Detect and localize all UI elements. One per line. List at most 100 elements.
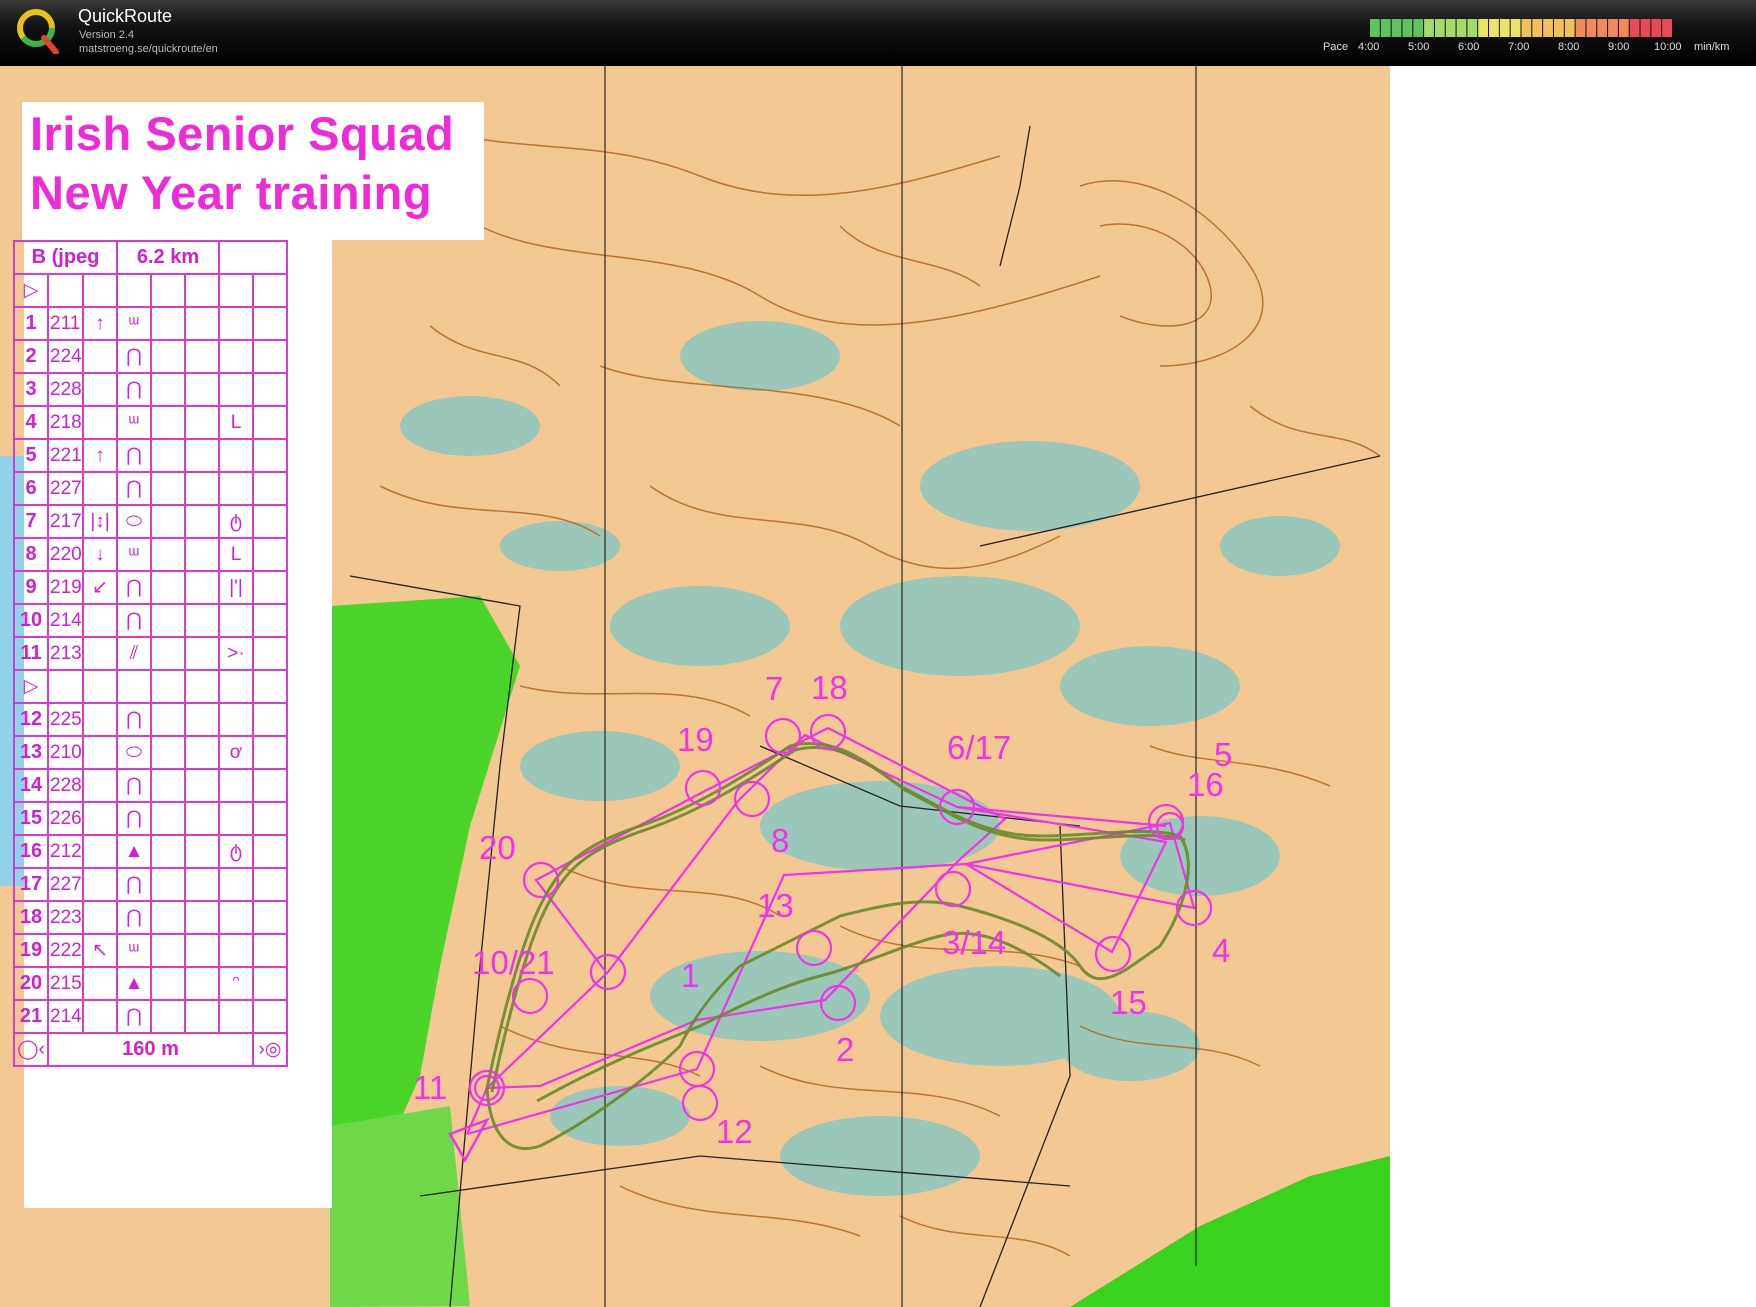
- empty-cell: [184, 900, 220, 935]
- control-label: 8: [771, 822, 790, 859]
- pace-tick: 4:00: [1358, 41, 1380, 53]
- empty-cell: [252, 999, 288, 1034]
- direction-icon: [82, 603, 118, 638]
- control-number: 9: [13, 570, 49, 605]
- pace-scale-swatch: [1445, 19, 1456, 37]
- empty-cell: [47, 273, 84, 308]
- feature-icon: ⬭: [116, 504, 152, 539]
- location-icon: [218, 801, 254, 836]
- direction-icon: [82, 834, 118, 869]
- control-number: 8: [13, 537, 49, 572]
- direction-icon: [82, 702, 118, 737]
- empty-cell: [150, 570, 186, 605]
- empty-cell: [184, 999, 220, 1034]
- empty-cell: [184, 372, 220, 407]
- location-icon: [218, 372, 254, 407]
- pace-scale-swatch: [1489, 19, 1499, 37]
- description-row: 7 217 |↕| ⬭ ტ: [13, 504, 288, 539]
- empty-cell: [218, 669, 254, 704]
- control-label: 15: [1110, 984, 1147, 1021]
- direction-icon: [82, 471, 118, 506]
- control-code: 221: [47, 438, 84, 473]
- empty-cell: [184, 537, 220, 572]
- pace-scale-swatch: [1391, 19, 1402, 37]
- empty-cell: [150, 933, 186, 968]
- control-label: 13: [757, 887, 794, 924]
- pace-scale-swatch: [1532, 19, 1543, 37]
- description-row: 12 225 ⋂: [13, 702, 288, 737]
- description-row: 1 211 ↑ ᵚ: [13, 306, 288, 341]
- empty-cell: [184, 834, 220, 869]
- control-code: 210: [47, 735, 84, 770]
- course-length: 6.2 km: [116, 240, 220, 275]
- direction-icon: ↙: [82, 570, 118, 605]
- control-code: 222: [47, 933, 84, 968]
- orienteering-map[interactable]: Irish Senior Squad New Year training B (…: [0, 66, 1390, 1307]
- control-number: 6: [13, 471, 49, 506]
- description-row: 14 228 ⋂: [13, 768, 288, 803]
- location-icon: [218, 999, 254, 1034]
- location-icon: [218, 438, 254, 473]
- location-icon: [218, 306, 254, 341]
- feature-icon: ⫽: [116, 636, 152, 671]
- empty-cell: [252, 933, 288, 968]
- empty-cell: [184, 636, 220, 671]
- control-number: 11: [13, 636, 49, 671]
- empty-cell: [47, 669, 84, 704]
- pace-scale-swatch: [1575, 19, 1586, 37]
- empty-cell: [184, 471, 220, 506]
- feature-icon: ⋂: [116, 867, 152, 902]
- empty-cell: [184, 273, 220, 308]
- control-number: 17: [13, 867, 49, 902]
- map-title-box: Irish Senior Squad New Year training: [22, 102, 484, 240]
- description-row: 19 222 ↖ ᵚ: [13, 933, 288, 968]
- control-code: 226: [47, 801, 84, 836]
- control-code: 219: [47, 570, 84, 605]
- location-icon: |'|: [218, 570, 254, 605]
- direction-icon: [82, 405, 118, 440]
- control-label: 7: [765, 670, 784, 707]
- map-title-line-2: New Year training: [30, 166, 433, 219]
- empty-cell: [252, 471, 288, 506]
- control-code: 225: [47, 702, 84, 737]
- control-code: 212: [47, 834, 84, 869]
- empty-cell: [218, 273, 254, 308]
- direction-icon: |↕|: [82, 504, 118, 539]
- direction-icon: [82, 801, 118, 836]
- empty-cell: [150, 471, 186, 506]
- empty-cell: [150, 339, 186, 374]
- empty-cell: [150, 702, 186, 737]
- empty-cell: [184, 966, 220, 1001]
- feature-icon: ⋂: [116, 999, 152, 1034]
- app-url: matstroeng.se/quickroute/en: [79, 43, 218, 55]
- empty-cell: [150, 372, 186, 407]
- empty-cell: [184, 603, 220, 638]
- description-row: 13 210 ⬭ ơ: [13, 735, 288, 770]
- finish-distance: 160 m: [47, 1032, 254, 1067]
- control-number: 15: [13, 801, 49, 836]
- control-code: 214: [47, 603, 84, 638]
- feature-icon: ⋂: [116, 339, 152, 374]
- pace-tick: 8:00: [1558, 41, 1580, 53]
- description-row: 3 228 ⋂: [13, 372, 288, 407]
- map-title-line-1: Irish Senior Squad: [30, 107, 455, 160]
- control-code: 223: [47, 900, 84, 935]
- control-label: 6/17: [947, 729, 1012, 766]
- direction-icon: ↖: [82, 933, 118, 968]
- empty-cell: [150, 306, 186, 341]
- control-label: 20: [479, 829, 516, 866]
- feature-icon: ⋂: [116, 603, 152, 638]
- empty-cell: [150, 438, 186, 473]
- empty-cell: [116, 669, 152, 704]
- feature-icon: ᵚ: [116, 933, 152, 968]
- empty-cell: [252, 372, 288, 407]
- control-label: 2: [836, 1031, 855, 1068]
- pace-scale-swatch: [1629, 19, 1640, 37]
- feature-icon: ▲: [116, 966, 152, 1001]
- pace-color-scale: [1370, 19, 1672, 37]
- empty-cell: [252, 867, 288, 902]
- app-name: QuickRoute: [78, 6, 173, 26]
- pace-scale-swatch: [1543, 19, 1553, 37]
- location-icon: [218, 867, 254, 902]
- direction-icon: ↓: [82, 537, 118, 572]
